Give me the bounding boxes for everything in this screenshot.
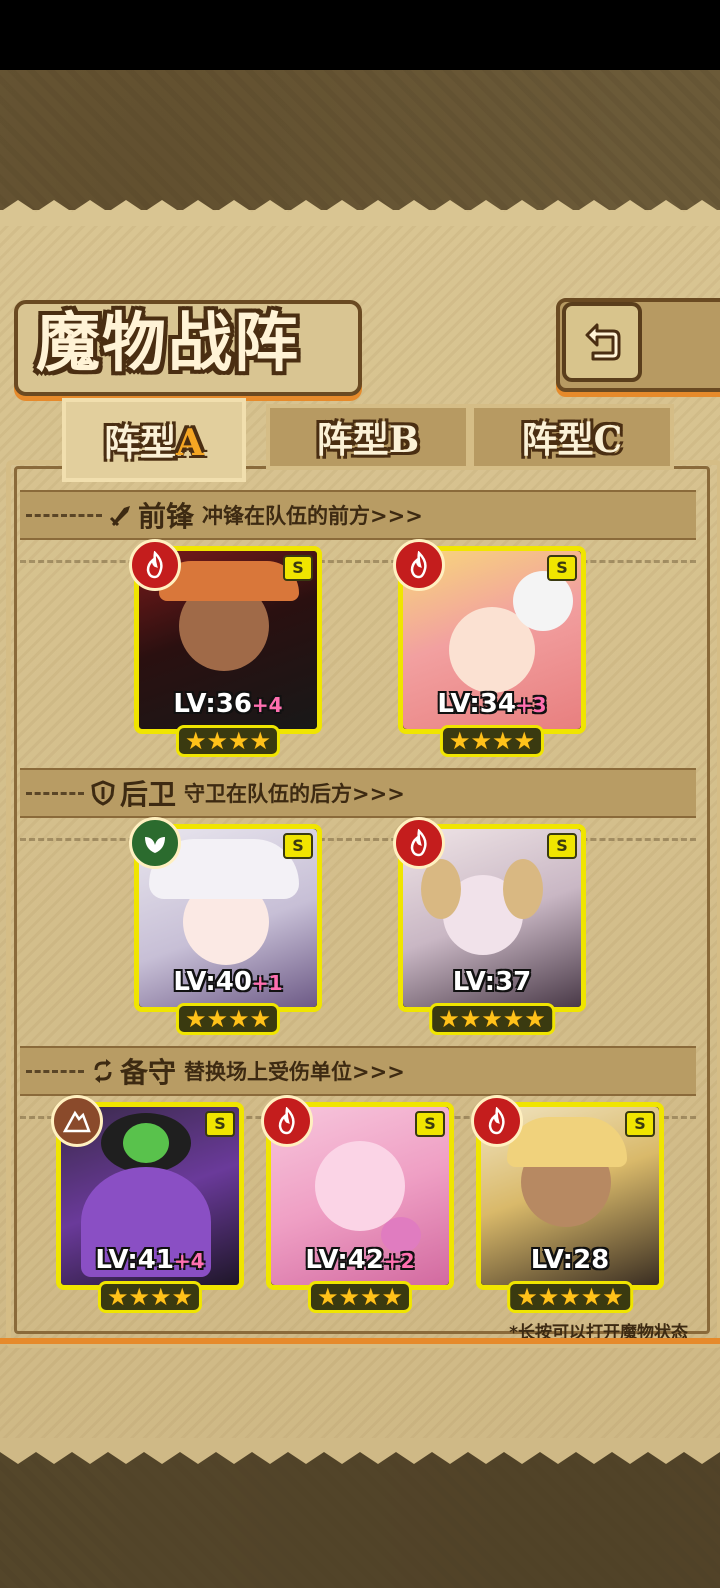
page-title: 魔物战阵 [36, 306, 300, 381]
monster-card-back-2[interactable]: S LV:37 ★★★★★ [393, 817, 586, 1035]
fire-element-icon [471, 1095, 523, 1147]
monster-level: LV:36+4 [173, 689, 283, 719]
board-bottom-edge [0, 1338, 720, 1344]
monster-level: LV:37 [452, 967, 532, 997]
star-rating: ★★★★ [439, 725, 545, 757]
monster-card-front-1[interactable]: S LV:36+4 ★★★★ [129, 539, 322, 757]
front-section-desc: 冲锋在队伍的前方>>> [202, 504, 423, 528]
front-section-title: 前锋 [138, 500, 195, 533]
monster-level: LV:28 [530, 1245, 610, 1275]
star-rating: ★★★★ [97, 1281, 203, 1313]
reserve-section-desc: 替换场上受伤单位>>> [184, 1060, 405, 1084]
board-zigzag-top [0, 200, 720, 226]
leaf-element-icon [129, 817, 181, 869]
back-section-title: 后卫 [120, 778, 177, 811]
fire-element-icon [393, 539, 445, 591]
rank-badge: S [283, 555, 313, 581]
reserve-section-title: 备守 [120, 1056, 177, 1089]
star-rating: ★★★★ [307, 1281, 413, 1313]
back-section-desc: 守卫在队伍的后方>>> [184, 782, 405, 806]
tab-formation-a[interactable]: 阵型A [62, 398, 246, 482]
star-rating: ★★★★ [175, 725, 281, 757]
swap-icon [94, 1059, 112, 1083]
monster-level: LV:34+3 [437, 689, 547, 719]
shield-icon [91, 780, 115, 806]
star-rating: ★★★★ [175, 1003, 281, 1035]
front-section-header: 前锋 冲锋在队伍的前方>>> [20, 492, 696, 538]
monster-card-reserve-3[interactable]: S LV:28 ★★★★★ [471, 1095, 664, 1313]
tab-formation-c[interactable]: 阵型C [470, 404, 674, 470]
tab-formation-b[interactable]: 阵型B [266, 404, 470, 470]
fire-element-icon [261, 1095, 313, 1147]
rank-badge: S [547, 833, 577, 859]
rank-badge: S [625, 1111, 655, 1137]
back-section-header: 后卫 守卫在队伍的后方>>> [20, 770, 696, 816]
rock-element-icon [51, 1095, 103, 1147]
monster-level: LV:40+1 [173, 967, 283, 997]
monster-card-reserve-2[interactable]: S LV:42+2 ★★★★ [261, 1095, 454, 1313]
monster-card-reserve-1[interactable]: S LV:41+4 ★★★★ [51, 1095, 244, 1313]
board-zigzag-bottom [0, 1438, 720, 1464]
star-rating: ★★★★★ [507, 1281, 633, 1313]
fire-element-icon [393, 817, 445, 869]
star-rating: ★★★★★ [429, 1003, 555, 1035]
rank-badge: S [205, 1111, 235, 1137]
status-bar-area [0, 0, 720, 70]
front-row-strip [20, 560, 696, 563]
back-button[interactable] [562, 302, 642, 382]
rank-badge: S [547, 555, 577, 581]
map-background-lower [0, 1450, 720, 1588]
monster-card-front-2[interactable]: S LV:34+3 ★★★★ [393, 539, 586, 757]
rank-badge: S [415, 1111, 445, 1137]
rank-badge: S [283, 833, 313, 859]
fire-element-icon [129, 539, 181, 591]
back-arrow-icon [585, 323, 621, 361]
monster-card-back-1[interactable]: S LV:40+1 ★★★★ [129, 817, 322, 1035]
monster-level: LV:41+4 [95, 1245, 205, 1275]
sword-icon [109, 506, 130, 527]
reserve-section-header: 备守 替换场上受伤单位>>> [20, 1048, 696, 1094]
back-row-strip [20, 838, 696, 841]
monster-level: LV:42+2 [305, 1245, 415, 1275]
